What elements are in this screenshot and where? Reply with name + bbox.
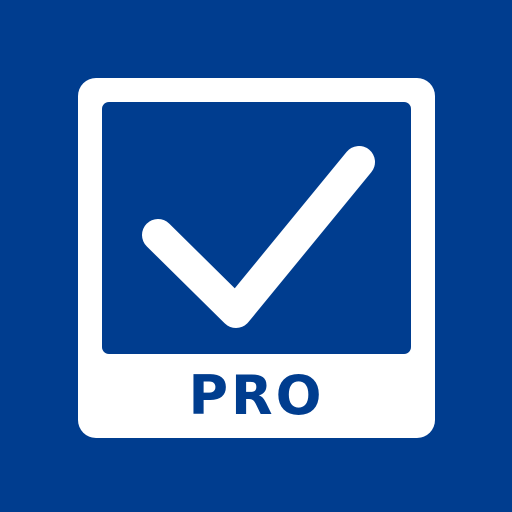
app-icon-background: PRO bbox=[0, 0, 512, 512]
checkmark-icon bbox=[142, 146, 375, 328]
pro-badge-label: PRO bbox=[188, 364, 325, 427]
app-icon-frame: PRO bbox=[78, 78, 435, 438]
app-icon-screen bbox=[102, 102, 411, 354]
